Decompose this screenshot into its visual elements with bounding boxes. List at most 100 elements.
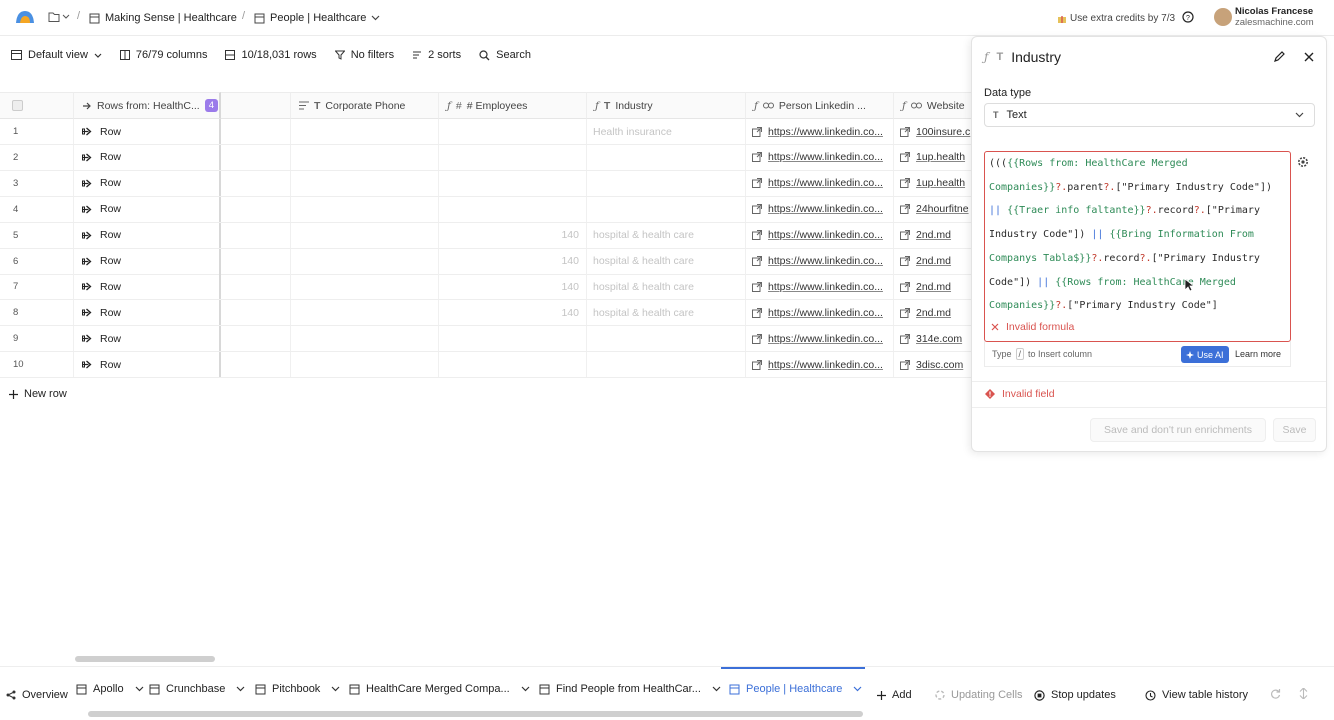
website-cell[interactable]: 314e.com bbox=[894, 326, 975, 351]
website-cell[interactable]: 1up.health bbox=[894, 145, 975, 170]
website-link[interactable]: 2nd.md bbox=[916, 255, 951, 267]
website-cell[interactable]: 3disc.com bbox=[894, 352, 975, 377]
website-link[interactable]: 314e.com bbox=[916, 333, 962, 345]
linkedin-cell[interactable]: https://www.linkedin.co... bbox=[746, 248, 894, 274]
rows-from-cell[interactable]: Row bbox=[74, 170, 221, 196]
website-link[interactable]: 1up.health bbox=[916, 177, 965, 189]
linkedin-link[interactable]: https://www.linkedin.co... bbox=[768, 229, 883, 241]
industry-cell[interactable]: hospital & health care bbox=[587, 222, 746, 248]
industry-cell[interactable] bbox=[587, 144, 746, 170]
linkedin-link[interactable]: https://www.linkedin.co... bbox=[768, 255, 883, 267]
stop-updates-button[interactable]: Stop updates bbox=[1034, 687, 1116, 703]
linkedin-cell[interactable]: https://www.linkedin.co... bbox=[746, 222, 894, 248]
table-row[interactable]: 8 Row 140 hospital & health care https://www… bbox=[0, 300, 975, 327]
linkedin-cell[interactable]: https://www.linkedin.co... bbox=[746, 119, 894, 144]
formula-editor[interactable]: ((({{Rows from: HealthCare Merged Compani… bbox=[984, 151, 1291, 342]
new-row-button[interactable]: New row bbox=[9, 388, 67, 400]
hidden-cell[interactable] bbox=[221, 222, 291, 248]
rows-button[interactable]: 10/18,031 rows bbox=[225, 49, 317, 61]
website-cell[interactable]: 2nd.md bbox=[894, 249, 975, 274]
employees-cell[interactable] bbox=[439, 170, 587, 196]
linkedin-link[interactable]: https://www.linkedin.co... bbox=[768, 151, 883, 163]
linkedin-cell[interactable]: https://www.linkedin.co... bbox=[746, 326, 894, 352]
industry-cell[interactable] bbox=[587, 352, 746, 378]
linkedin-cell[interactable]: https://www.linkedin.co... bbox=[746, 352, 894, 378]
add-tab-button[interactable]: Add bbox=[877, 687, 912, 703]
hidden-cell[interactable] bbox=[221, 274, 291, 300]
edit-icon[interactable] bbox=[1273, 51, 1285, 63]
corporate-phone-cell[interactable] bbox=[291, 119, 439, 144]
table-row[interactable]: 6 Row 140 hospital & health care https://www… bbox=[0, 248, 975, 275]
employees-cell[interactable]: 140 bbox=[439, 222, 587, 248]
website-link[interactable]: 24hourfitne bbox=[916, 203, 969, 215]
folder-icon[interactable] bbox=[48, 11, 70, 23]
website-cell[interactable]: 1up.health bbox=[894, 171, 975, 196]
view-selector[interactable]: Default view bbox=[11, 49, 102, 61]
save-button[interactable]: Save bbox=[1273, 418, 1316, 442]
column-header-linkedin[interactable]: ƒ Person Linkedin ... bbox=[746, 92, 894, 119]
corporate-phone-cell[interactable] bbox=[291, 300, 439, 326]
industry-cell[interactable]: Health insurance bbox=[587, 119, 746, 144]
linkedin-link[interactable]: https://www.linkedin.co... bbox=[768, 203, 883, 215]
website-cell[interactable]: 100insure.c bbox=[894, 119, 975, 144]
rows-from-cell[interactable]: Row bbox=[74, 300, 221, 326]
table-row[interactable]: 4 Row https://www.linkedin.co... 24hourfitn… bbox=[0, 196, 975, 223]
hidden-cell[interactable] bbox=[221, 170, 291, 196]
rows-from-cell[interactable]: Row bbox=[74, 196, 221, 222]
website-link[interactable]: 1up.health bbox=[916, 151, 965, 163]
rows-from-cell[interactable]: Row bbox=[74, 352, 221, 378]
column-header-hidden[interactable] bbox=[221, 92, 291, 119]
corporate-phone-cell[interactable] bbox=[291, 248, 439, 274]
employees-cell[interactable] bbox=[439, 119, 587, 144]
sheet-tab[interactable]: Apollo bbox=[76, 681, 144, 697]
corporate-phone-cell[interactable] bbox=[291, 274, 439, 300]
hidden-cell[interactable] bbox=[221, 326, 291, 352]
sheet-tab[interactable]: HealthCare Merged Compa... bbox=[349, 681, 530, 697]
linkedin-link[interactable]: https://www.linkedin.co... bbox=[768, 177, 883, 189]
formula-code[interactable]: ((({{Rows from: HealthCare Merged Compani… bbox=[989, 152, 1272, 318]
use-ai-button[interactable]: Use AI bbox=[1181, 346, 1229, 363]
settings-icon[interactable] bbox=[1297, 156, 1309, 168]
search-button[interactable]: Search bbox=[479, 49, 531, 61]
hidden-cell[interactable] bbox=[221, 144, 291, 170]
website-cell[interactable]: 24hourfitne bbox=[894, 197, 975, 222]
app-logo-icon[interactable] bbox=[14, 8, 36, 26]
hidden-cell[interactable] bbox=[221, 352, 291, 378]
breadcrumb-table[interactable]: People | Healthcare bbox=[254, 10, 380, 26]
table-row[interactable]: 10 Row https://www.linkedin.co... 3disc.com bbox=[0, 352, 975, 379]
linkedin-link[interactable]: https://www.linkedin.co... bbox=[768, 333, 883, 345]
industry-cell[interactable]: hospital & health care bbox=[587, 248, 746, 274]
breadcrumb-workbook[interactable]: Making Sense | Healthcare bbox=[89, 10, 237, 26]
linkedin-cell[interactable]: https://www.linkedin.co... bbox=[746, 300, 894, 326]
linkedin-link[interactable]: https://www.linkedin.co... bbox=[768, 307, 883, 319]
corporate-phone-cell[interactable] bbox=[291, 352, 439, 378]
expand-icon[interactable] bbox=[1298, 688, 1309, 699]
industry-cell[interactable] bbox=[587, 196, 746, 222]
corporate-phone-cell[interactable] bbox=[291, 196, 439, 222]
website-link[interactable]: 3disc.com bbox=[916, 359, 963, 371]
help-icon[interactable]: ? bbox=[1182, 11, 1194, 23]
save-no-run-button[interactable]: Save and don't run enrichments bbox=[1090, 418, 1266, 442]
employees-cell[interactable] bbox=[439, 196, 587, 222]
linkedin-cell[interactable]: https://www.linkedin.co... bbox=[746, 274, 894, 300]
linkedin-cell[interactable]: https://www.linkedin.co... bbox=[746, 196, 894, 222]
website-link[interactable]: 2nd.md bbox=[916, 307, 951, 319]
linkedin-link[interactable]: https://www.linkedin.co... bbox=[768, 126, 883, 138]
learn-more-link[interactable]: Learn more bbox=[1235, 349, 1281, 359]
table-row[interactable]: 9 Row https://www.linkedin.co... 314e.com bbox=[0, 326, 975, 353]
columns-button[interactable]: 76/79 columns bbox=[119, 49, 207, 61]
close-icon[interactable] bbox=[1304, 52, 1314, 62]
filters-button[interactable]: No filters bbox=[334, 49, 394, 61]
table-row[interactable]: 7 Row 140 hospital & health care https://www… bbox=[0, 274, 975, 301]
table-history-button[interactable]: View table history bbox=[1145, 687, 1248, 703]
linkedin-cell[interactable]: https://www.linkedin.co... bbox=[746, 144, 894, 170]
corporate-phone-cell[interactable] bbox=[291, 222, 439, 248]
employees-cell[interactable] bbox=[439, 352, 587, 378]
table-row[interactable]: 3 Row https://www.linkedin.co... 1up.health bbox=[0, 170, 975, 197]
column-header-employees[interactable]: ƒ # # Employees bbox=[439, 92, 587, 119]
employees-cell[interactable]: 140 bbox=[439, 300, 587, 326]
hidden-cell[interactable] bbox=[221, 300, 291, 326]
employees-cell[interactable] bbox=[439, 144, 587, 170]
linkedin-link[interactable]: https://www.linkedin.co... bbox=[768, 281, 883, 293]
rows-from-cell[interactable]: Row bbox=[74, 248, 221, 274]
